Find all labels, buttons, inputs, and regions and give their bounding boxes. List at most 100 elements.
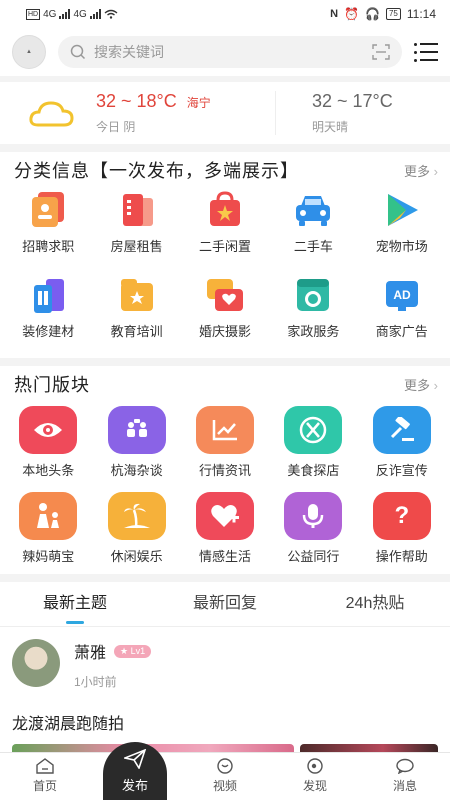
nav-video-label: 视频 [212,779,237,793]
category-label: 招聘求职 [22,239,75,254]
category-label: 二手车 [293,239,333,254]
menu-icon[interactable] [414,43,438,62]
scan-icon[interactable] [372,44,390,60]
category-grid: 招聘求职 房屋租售 二手闲置 二手车 宠物市场 装修建材 教育培训 婚庆摄影 家… [0,188,450,358]
weather-divider [275,91,276,135]
trend-icon [195,406,254,454]
food-icon [284,406,343,454]
hot-more-link[interactable]: 更多 [404,375,438,394]
education-icon [120,279,153,311]
category-item-job[interactable]: 招聘求职 [4,188,92,273]
category-item-decoration[interactable]: 装修建材 [4,273,92,358]
message-icon [396,758,414,774]
house-icon [122,194,153,226]
hot-item-help[interactable]: ? 操作帮助 [358,488,446,574]
post-time: 1小时前 [74,675,117,689]
housekeeping-icon [297,279,330,311]
tab-latest-topics[interactable]: 最新主题 [0,582,150,626]
nav-video[interactable]: 视频 [180,753,270,800]
discover-icon [307,758,323,774]
nav-discover[interactable]: 发现 [270,753,360,800]
hot-header: 热门版块 更多 [0,366,450,402]
category-label: 宠物市场 [375,239,428,254]
category-label: 婚庆摄影 [198,324,251,339]
alarm-icon: ⏰ [344,7,359,21]
pet-icon [387,194,418,226]
hot-item-antifraud[interactable]: 反诈宣传 [358,402,446,488]
feed-tabs: 最新主题 最新回复 24h热贴 [0,574,450,626]
wifi-icon [104,9,118,19]
nfc-icon: N [330,8,339,20]
hot-title: 热门版块 [14,375,90,395]
status-bar: HD 4G 4G N ⏰ 🎧 75 11:14 [0,0,450,28]
category-label: 二手闲置 [198,239,251,254]
tab-24h-hot[interactable]: 24h热贴 [300,582,450,626]
nav-home[interactable]: 首页 [0,753,90,800]
hot-item-chat[interactable]: 杭海杂谈 [92,402,180,488]
category-item-housekeeping[interactable]: 家政服务 [269,273,357,358]
post-title[interactable]: 龙渡湖晨跑随拍 [12,710,438,734]
hot-item-leisure[interactable]: 休闲娱乐 [92,488,180,574]
secondhand-icon [209,191,240,226]
tab-latest-replies[interactable]: 最新回复 [150,582,300,626]
car-icon [296,196,331,226]
hot-label: 反诈宣传 [375,463,428,478]
category-item-ad[interactable]: AD 商家广告 [358,273,446,358]
author-avatar[interactable] [12,639,60,687]
hot-label: 行情资讯 [198,463,251,478]
bottom-navigation: 首页 发布 视频 发现 消息 [0,742,450,800]
tomorrow-label: 明天晴 [312,120,349,134]
category-item-secondhand[interactable]: 二手闲置 [181,188,269,273]
hot-item-local-news[interactable]: 本地头条 [4,402,92,488]
network-type-1: 4G [43,8,57,20]
categories-title: 分类信息【一次发布，多端展示】 [14,161,299,181]
headphone-icon: 🎧 [365,7,380,21]
svg-text:AD: AD [393,288,411,302]
hot-label: 公益同行 [287,549,340,564]
battery-icon: 75 [385,8,401,20]
hot-item-emotion[interactable]: 情感生活 [181,488,269,574]
category-label: 装修建材 [22,324,75,339]
mic-icon [284,492,343,540]
category-item-education[interactable]: 教育培训 [92,273,180,358]
weather-city: 海宁 [186,96,211,110]
categories-header: 分类信息【一次发布，多端展示】 更多 [0,152,450,188]
heart-plus-icon [195,492,254,540]
job-icon [32,192,65,227]
hot-item-charity[interactable]: 公益同行 [269,488,357,574]
hot-grid: 本地头条 杭海杂谈 行情资讯 美食探店 反诈宣传 辣妈萌宝 休闲娱乐 情感生活 … [0,402,450,574]
user-avatar[interactable]: ▲ [12,35,46,69]
help-icon: ? [372,492,431,540]
category-label: 商家广告 [375,324,428,339]
hot-item-market[interactable]: 行情资讯 [181,402,269,488]
hot-item-food[interactable]: 美食探店 [269,402,357,488]
author-name[interactable]: 萧雅 [74,639,106,663]
top-bar: ▲ 搜索关键词 [0,28,450,76]
category-item-car[interactable]: 二手车 [269,188,357,273]
section-divider [0,358,450,366]
weather-panel: 32 ~ 18°C 海宁 今日 阴 32 ~ 17°C 明天晴 [0,76,450,152]
nav-publish-label: 发布 [121,778,148,793]
today-label: 今日 阴 [96,120,136,134]
category-item-pet[interactable]: 宠物市场 [358,188,446,273]
category-item-house[interactable]: 房屋租售 [92,188,180,273]
signal-icon-2 [89,9,101,19]
nav-message-label: 消息 [392,779,417,793]
video-icon [217,758,233,774]
hot-label: 操作帮助 [375,549,428,564]
category-item-wedding[interactable]: 婚庆摄影 [181,273,269,358]
hd-badge: HD [26,8,41,20]
hot-label: 杭海杂谈 [110,463,163,478]
hot-item-mom-baby[interactable]: 辣妈萌宝 [4,488,92,574]
categories-more-link[interactable]: 更多 [404,161,438,180]
hot-label: 辣妈萌宝 [22,549,75,564]
home-icon [36,758,54,774]
search-box[interactable]: 搜索关键词 [58,36,402,68]
nav-message[interactable]: 消息 [360,753,450,800]
cloud-icon [29,101,74,127]
publish-button[interactable]: 发布 [103,742,167,800]
nav-publish[interactable]: 发布 [90,742,180,800]
hot-label: 情感生活 [198,549,251,564]
nav-discover-label: 发现 [302,779,327,793]
search-placeholder[interactable]: 搜索关键词 [94,42,364,62]
